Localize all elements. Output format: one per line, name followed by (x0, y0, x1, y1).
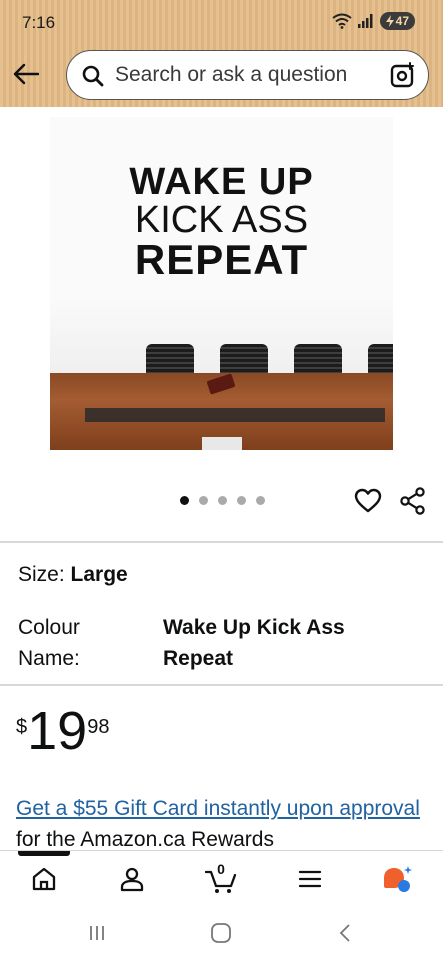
wall-decal-line: WAKE UP (129, 161, 314, 203)
nav-account[interactable] (114, 863, 150, 895)
size-label: Size: (18, 563, 65, 586)
carousel-dot[interactable] (218, 496, 227, 505)
price: $ 19 98 (16, 700, 109, 762)
chair (146, 344, 194, 376)
carousel-dot[interactable] (180, 496, 189, 505)
share-button[interactable] (399, 487, 427, 515)
rufus-assistant-icon (384, 866, 412, 892)
system-nav-bar (0, 906, 443, 960)
battery-indicator: 47 (379, 12, 415, 30)
arrow-left-icon (13, 63, 39, 85)
chevron-left-icon (339, 924, 350, 942)
carousel-dots (180, 496, 265, 505)
carousel-dot[interactable] (256, 496, 265, 505)
divider (0, 541, 443, 543)
signal-icon (357, 14, 373, 28)
wishlist-button[interactable] (354, 487, 382, 515)
promo-text: for the Amazon.ca Rewards (16, 828, 274, 851)
search-placeholder: Search or ask a question (115, 63, 348, 86)
app-header: 7:16 47 Search or ask a question (0, 0, 443, 107)
gift-card-promo: Get a $55 Gift Card instantly upon appro… (16, 793, 436, 855)
back-system-button[interactable] (330, 920, 360, 946)
price-whole: 19 (27, 701, 88, 761)
active-tab-indicator (18, 851, 70, 856)
nav-cart[interactable]: 0 (203, 861, 239, 895)
price-currency: $ (16, 716, 28, 738)
menu-icon (298, 870, 322, 888)
size-selector[interactable]: Size: Large (18, 563, 128, 587)
camera-search-icon[interactable] (390, 62, 416, 88)
colour-value[interactable]: Wake Up Kick Ass Repeat (163, 612, 413, 674)
paper (202, 437, 242, 450)
status-time: 7:16 (22, 13, 56, 32)
product-image[interactable]: WAKE UP KICK ASS REPEAT (50, 117, 393, 450)
size-value: Large (70, 563, 128, 586)
nav-home[interactable] (26, 863, 62, 895)
carousel-dot[interactable] (199, 496, 208, 505)
price-fraction: 98 (87, 716, 110, 738)
heart-icon (354, 488, 382, 513)
cart-count: 0 (217, 861, 225, 877)
back-button[interactable] (10, 58, 42, 90)
home-circle-icon (211, 923, 231, 943)
wall-decal-line: REPEAT (134, 236, 309, 283)
battery-level: 47 (395, 14, 409, 28)
nav-rufus[interactable] (380, 863, 416, 895)
recent-apps-button[interactable] (82, 920, 112, 946)
chair (294, 344, 342, 376)
divider (0, 684, 443, 686)
user-icon (120, 867, 144, 892)
chair (220, 344, 268, 376)
search-icon (82, 65, 104, 87)
status-bar: 7:16 47 (0, 0, 443, 44)
colour-label: Colour Name: (18, 616, 80, 670)
carousel-dot[interactable] (237, 496, 246, 505)
search-input[interactable]: Search or ask a question (66, 50, 429, 100)
share-icon (400, 487, 425, 515)
bottom-nav: 0 (0, 850, 443, 906)
wall-decal-text: WAKE UP KICK ASS REPEAT (50, 163, 393, 281)
home-icon (32, 867, 56, 891)
wall-decal-line: KICK ASS (134, 199, 309, 241)
wifi-icon (332, 13, 352, 29)
gift-card-link[interactable]: Get a $55 Gift Card instantly upon appro… (16, 797, 420, 820)
chair (368, 344, 393, 376)
recent-apps-icon (90, 926, 104, 940)
status-icons: 47 (332, 12, 415, 30)
charging-icon (385, 15, 394, 27)
nav-menu[interactable] (292, 863, 328, 895)
home-system-button[interactable] (206, 920, 236, 946)
